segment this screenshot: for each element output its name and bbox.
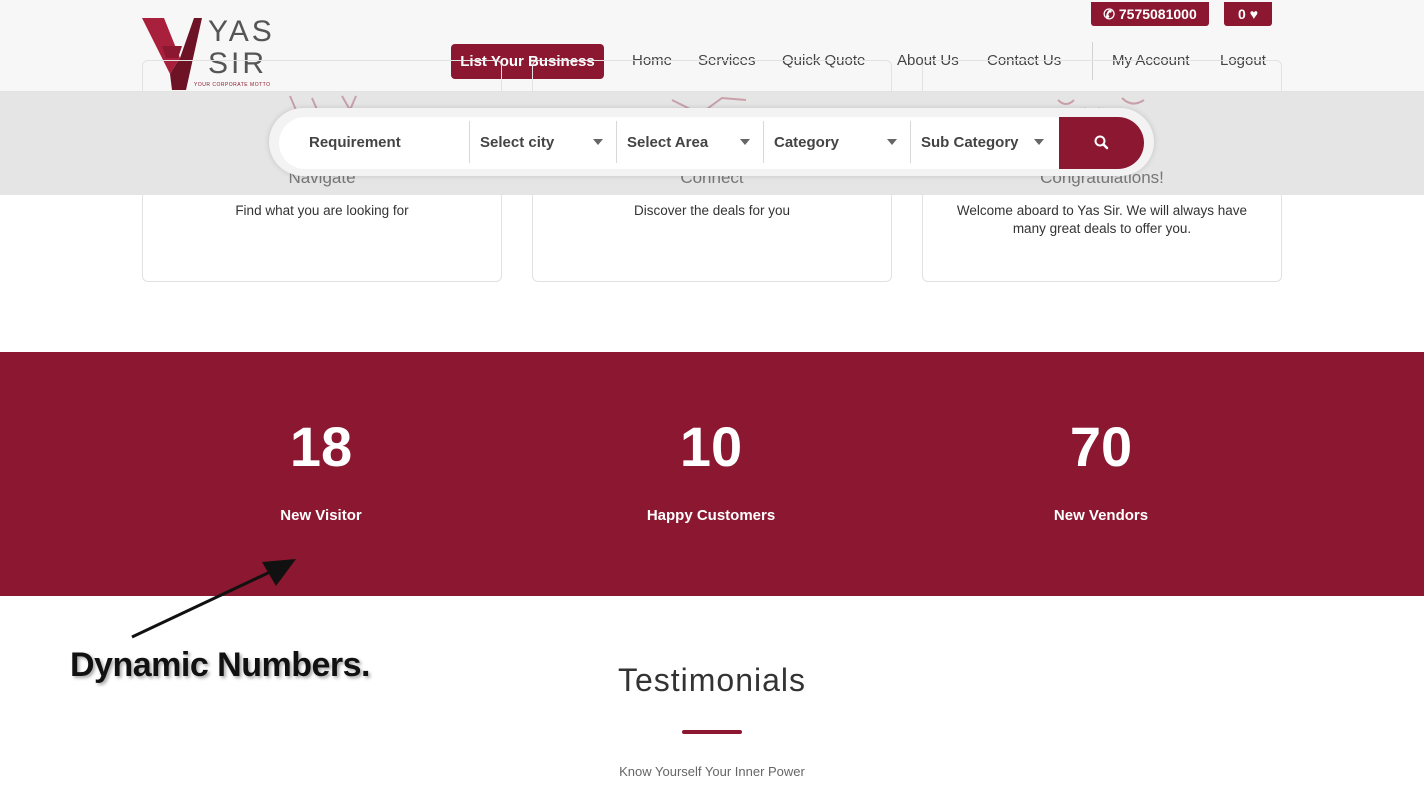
search-icon [1094, 135, 1109, 150]
chevron-down-icon [593, 139, 603, 145]
search-divider [616, 121, 617, 163]
card-text-congratulations: Welcome aboard to Yas Sir. We will alway… [956, 203, 1248, 236]
category-select-label: Category [774, 134, 840, 151]
search-divider [910, 121, 911, 163]
city-select-label: Select city [480, 134, 555, 151]
search-divider [763, 121, 764, 163]
favorites-count: 0 [1238, 6, 1246, 22]
phone-icon: ✆ [1103, 6, 1115, 22]
annotation-label: Dynamic Numbers. [70, 646, 371, 684]
chevron-down-icon [887, 139, 897, 145]
testimonials-title: Testimonials [617, 662, 807, 698]
stat-value-happy-customers: 10 [679, 415, 743, 478]
area-select-label: Select Area [627, 134, 709, 151]
phone-button[interactable]: ✆ 7575081000 [1091, 2, 1209, 26]
sub-category-select-label: Sub Category [921, 134, 1019, 151]
chevron-down-icon [1034, 139, 1044, 145]
stat-value-new-visitor: 18 [289, 415, 353, 478]
stat-label-new-vendors: New Vendors [1053, 507, 1149, 524]
heart-icon: ♥ [1249, 6, 1258, 22]
favorites-button[interactable]: 0 ♥ [1224, 2, 1272, 26]
stat-value-new-vendors: 70 [1069, 415, 1133, 478]
requirement-input[interactable]: Requirement [309, 117, 469, 169]
phone-number: 7575081000 [1118, 6, 1197, 22]
search-bar: Requirement Select city Select Area Cate… [279, 117, 1144, 169]
chevron-down-icon [740, 139, 750, 145]
search-button[interactable] [1059, 117, 1144, 169]
search-divider [469, 121, 470, 163]
logo-text-line1: YAS [208, 15, 275, 48]
testimonials-subtitle: Know Yourself Your Inner Power [619, 764, 805, 779]
testimonials-underline [682, 730, 742, 734]
card-text-connect: Discover the deals for you [633, 203, 791, 218]
stat-label-happy-customers: Happy Customers [646, 507, 776, 524]
card-text-navigate: Find what you are looking for [235, 203, 409, 218]
stat-label-new-visitor: New Visitor [280, 507, 362, 524]
